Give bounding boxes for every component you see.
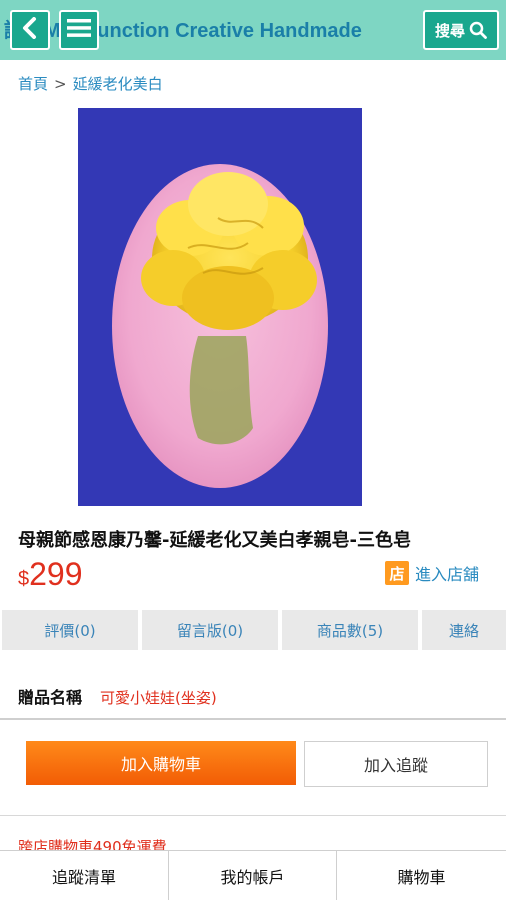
menu-button[interactable] bbox=[59, 10, 99, 50]
tab-contact[interactable]: 連絡 bbox=[422, 610, 506, 650]
enter-shop-label: 進入店舖 bbox=[415, 565, 480, 584]
nav-shopping-cart[interactable]: 購物車 bbox=[337, 851, 506, 900]
search-button[interactable]: 搜尋 bbox=[423, 10, 499, 50]
breadcrumb-category[interactable]: 延緩老化美白 bbox=[73, 75, 163, 93]
price-currency: $ bbox=[18, 568, 30, 590]
shop-icon: 店 bbox=[385, 561, 409, 585]
enter-shop-link[interactable]: 店 進入店舖 bbox=[385, 561, 479, 585]
divider bbox=[0, 815, 506, 816]
product-image[interactable] bbox=[78, 108, 362, 506]
nav-my-account[interactable]: 我的帳戶 bbox=[169, 851, 337, 900]
info-tabs: 評價(0) 留言版(0) 商品數(5) 連絡 bbox=[0, 610, 506, 650]
header-title: 讀寶Multifunction Creative Handmade bbox=[0, 14, 362, 43]
hamburger-icon bbox=[67, 18, 91, 42]
gift-label: 贈品名稱 bbox=[18, 688, 83, 707]
bottom-nav: 追蹤清單 我的帳戶 購物車 bbox=[0, 850, 506, 900]
add-to-cart-button[interactable]: 加入購物車 bbox=[26, 741, 296, 785]
tab-reviews[interactable]: 評價(0) bbox=[2, 610, 138, 650]
product-price: $299 bbox=[18, 556, 83, 593]
nav-tracking-list[interactable]: 追蹤清單 bbox=[0, 851, 169, 900]
chevron-left-icon bbox=[21, 17, 39, 43]
breadcrumb: 首頁 > 延緩老化美白 bbox=[18, 73, 163, 94]
header: 讀寶Multifunction Creative Handmade 搜尋 bbox=[0, 0, 506, 60]
price-value: 299 bbox=[29, 556, 83, 592]
gift-value: 可愛小娃娃(坐姿) bbox=[100, 689, 217, 707]
back-button[interactable] bbox=[10, 10, 50, 50]
divider bbox=[0, 718, 506, 720]
search-icon bbox=[469, 21, 487, 39]
tab-product-count[interactable]: 商品數(5) bbox=[282, 610, 418, 650]
product-photo bbox=[78, 108, 362, 506]
gift-row: 贈品名稱 可愛小娃娃(坐姿) bbox=[18, 684, 217, 708]
breadcrumb-home[interactable]: 首頁 bbox=[18, 75, 48, 93]
add-to-tracking-button[interactable]: 加入追蹤 bbox=[304, 741, 488, 787]
tab-message-board[interactable]: 留言版(0) bbox=[142, 610, 278, 650]
search-label: 搜尋 bbox=[434, 21, 465, 40]
product-title: 母親節感恩康乃馨-延緩老化又美白孝親皂-三色皂 bbox=[18, 530, 411, 551]
breadcrumb-separator: > bbox=[54, 75, 67, 93]
